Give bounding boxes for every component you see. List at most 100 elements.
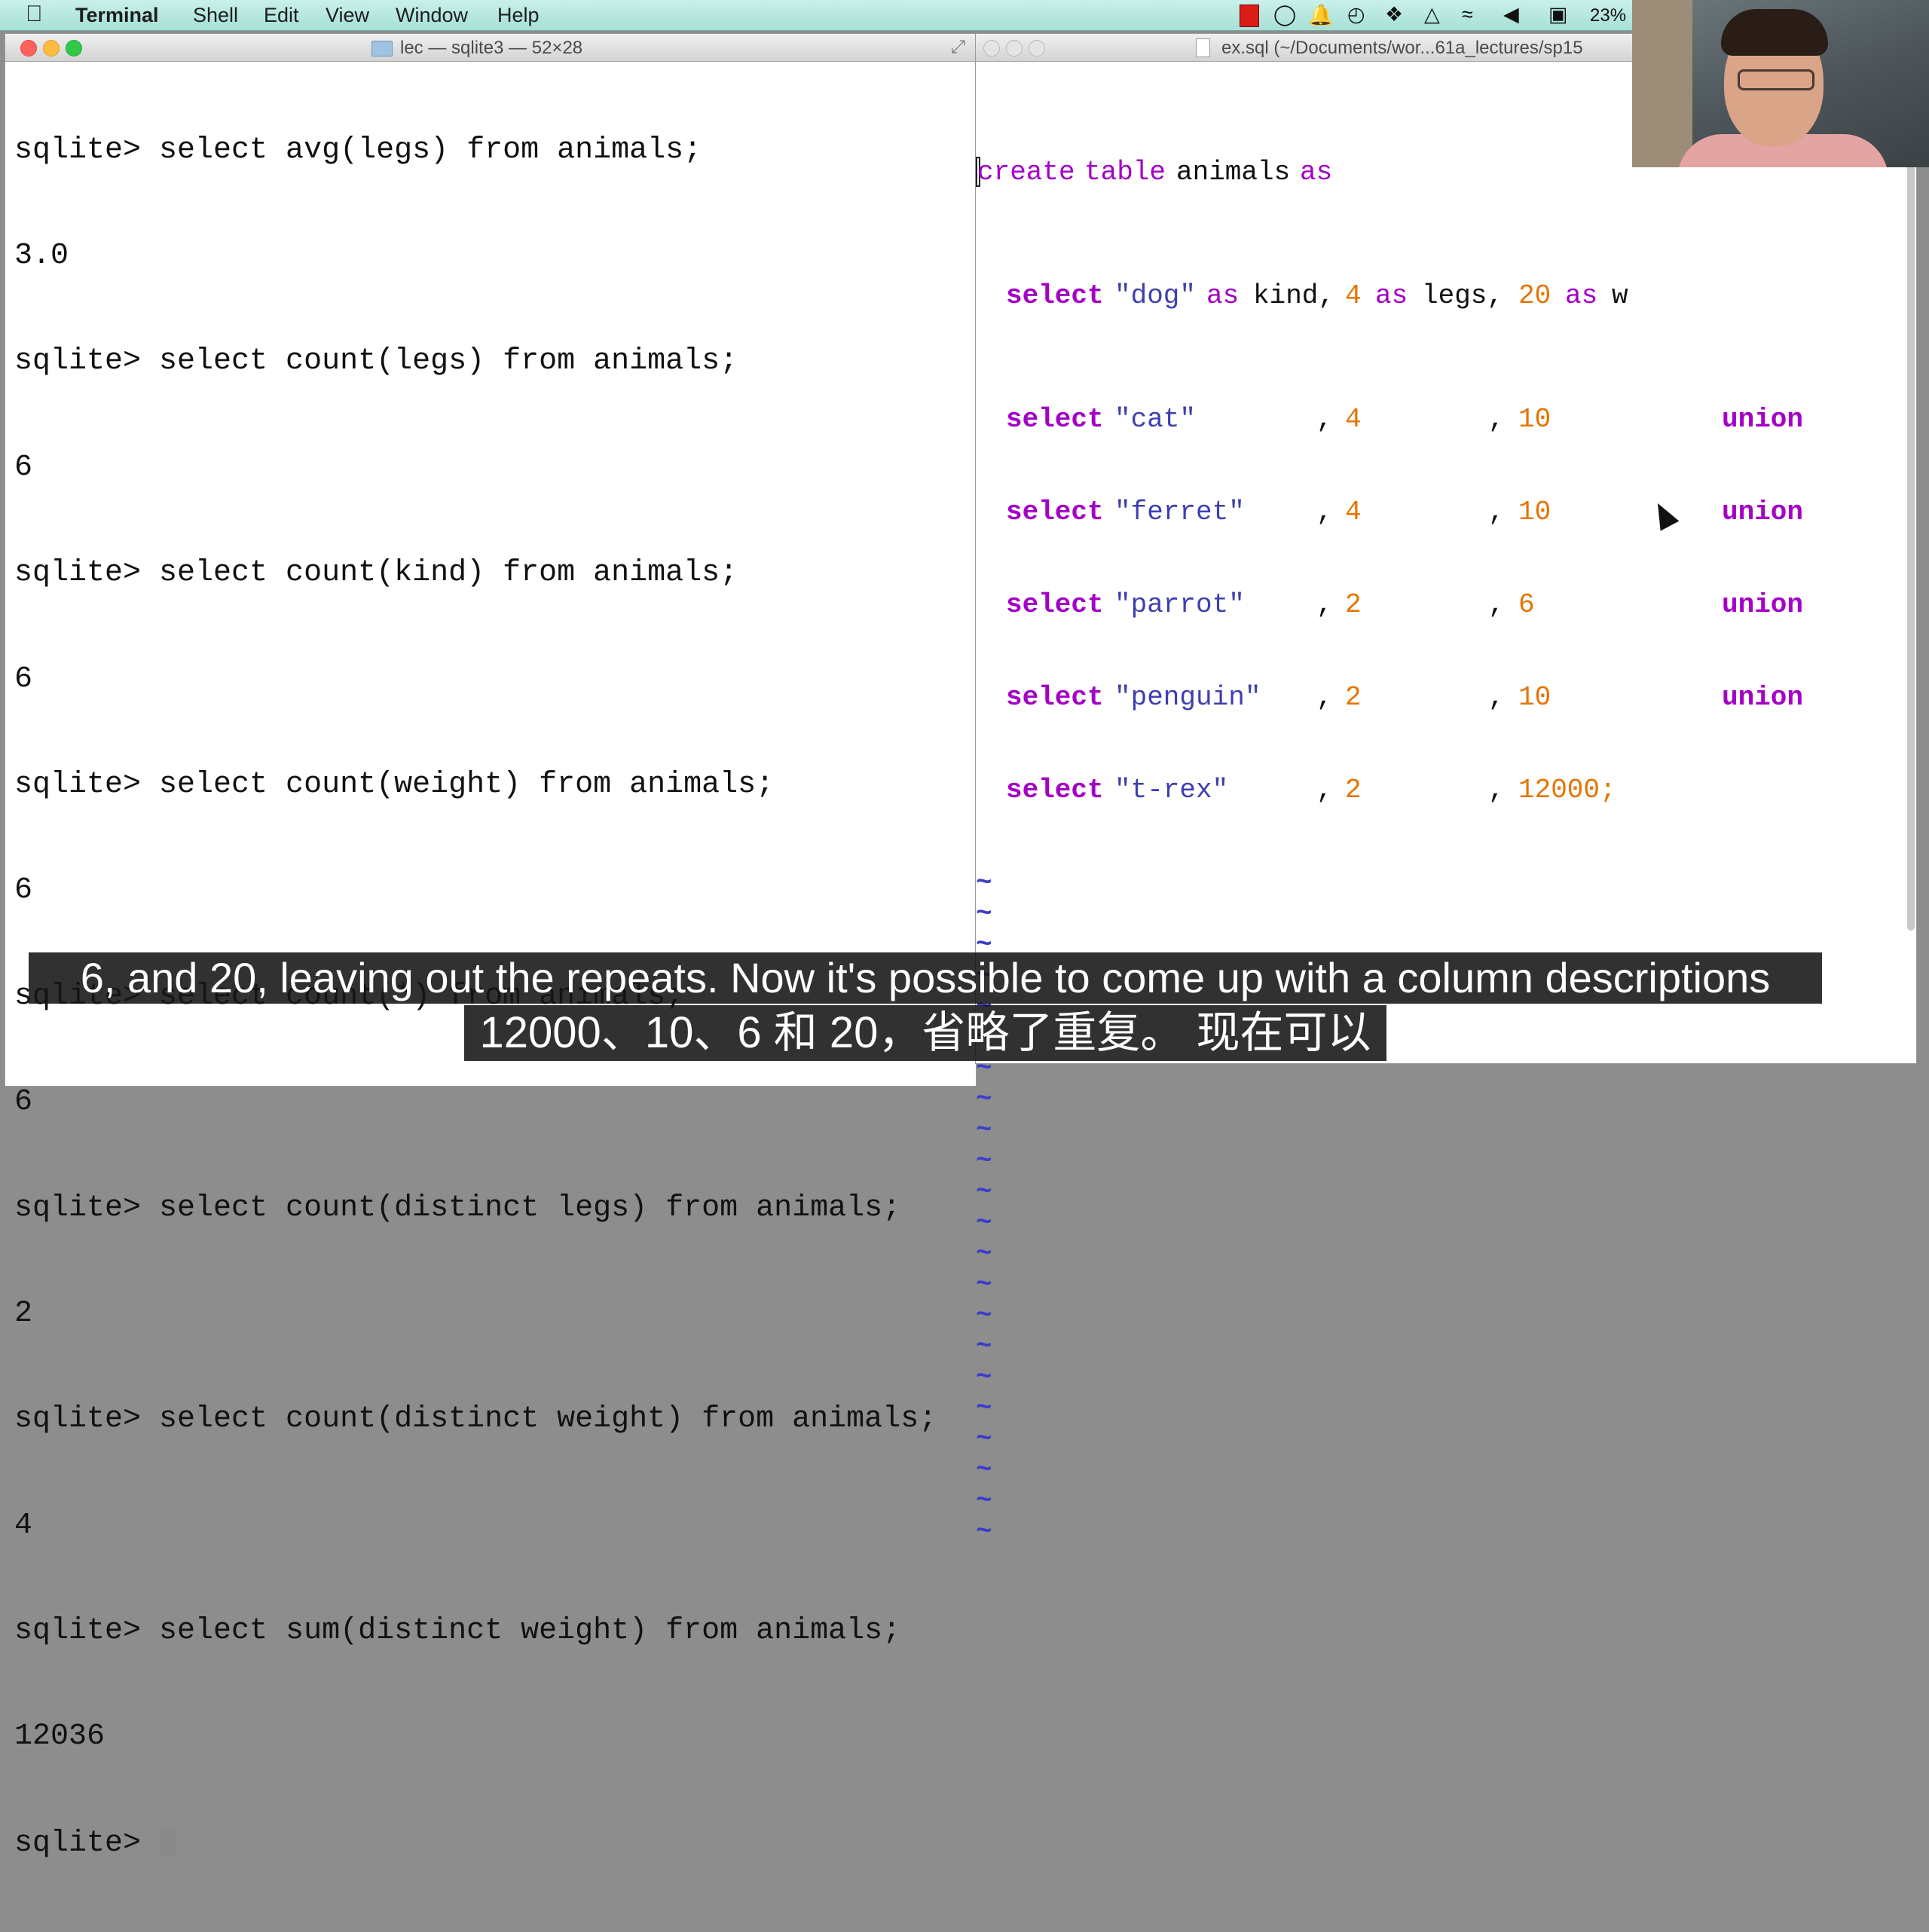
terminal-titlebar[interactable]: lec — sqlite3 — 52×28 ⤢ xyxy=(5,34,976,62)
terminal-title: lec — sqlite3 — 52×28 xyxy=(400,38,583,58)
keyword-select: select xyxy=(1006,497,1104,527)
number-value: 10 xyxy=(1518,497,1551,527)
menu-window[interactable]: Window xyxy=(396,4,468,27)
menu-shell[interactable]: Shell xyxy=(193,4,238,27)
comma: , xyxy=(1316,682,1333,713)
keyword-as: as xyxy=(1206,280,1240,311)
scrollbar[interactable] xyxy=(1907,147,1915,931)
keyword-union: union xyxy=(1722,497,1804,527)
display-icon[interactable]: ▣ xyxy=(1548,3,1568,26)
zoom-button[interactable] xyxy=(1029,40,1045,57)
close-button[interactable] xyxy=(983,40,1000,57)
keyword-create: create xyxy=(977,157,1075,188)
keyword-union: union xyxy=(1722,682,1804,713)
number-value: 10 xyxy=(1518,682,1551,713)
terminal-line: 6 xyxy=(14,873,33,908)
menu-help[interactable]: Help xyxy=(497,4,540,27)
tilde-marker: ~ xyxy=(976,1362,992,1392)
number-value: 6 xyxy=(1518,589,1535,620)
keyword-as: as xyxy=(1375,280,1408,311)
code-line: select "dog" as kind, 4 as legs, 20 as w xyxy=(976,280,1916,311)
code-line: select "ferret" , 4 , 10 union xyxy=(976,497,1916,527)
terminal-window[interactable]: lec — sqlite3 — 52×28 ⤢ sqlite> select a… xyxy=(5,33,977,1860)
volume-icon[interactable]: ◀ xyxy=(1503,3,1519,26)
text-cursor xyxy=(159,1825,178,1856)
keyword-union: union xyxy=(1722,404,1804,435)
terminal-line: 6 xyxy=(14,450,33,485)
recording-icon[interactable] xyxy=(1240,5,1259,27)
string-value: "ferret" xyxy=(1114,497,1245,527)
number-value: 2 xyxy=(1345,589,1362,620)
editor-title: ex.sql (~/Documents/wor...61a_lectures/s… xyxy=(1221,38,1583,58)
tilde-marker: ~ xyxy=(976,1114,992,1145)
mouse-icon[interactable]: ◯ xyxy=(1273,3,1296,26)
number-value: 4 xyxy=(1345,280,1362,311)
editor-buffer[interactable]: create table animals as select "dog" as … xyxy=(976,64,1916,1609)
column-name: w xyxy=(1612,280,1628,311)
code-line: select "penguin" , 2 , 10 union xyxy=(976,682,1916,713)
subtitle-chinese: 12000、10、6 和 20，省略了重复。 现在可以 xyxy=(464,1005,1386,1061)
tilde-marker: ~ xyxy=(976,1207,992,1238)
notification-bell-icon[interactable]: 🔔 xyxy=(1308,3,1334,27)
editor-window[interactable]: ex.sql (~/Documents/wor...61a_lectures/s… xyxy=(975,33,1917,1547)
keyword-select: select xyxy=(1006,404,1104,435)
close-button[interactable] xyxy=(20,40,37,57)
battery-percent[interactable]: 23% xyxy=(1590,5,1626,26)
terminal-line: 3.0 xyxy=(14,238,69,273)
terminal-line: 12036 xyxy=(14,1720,105,1754)
keyword-table: table xyxy=(1084,157,1166,188)
terminal-line: sqlite> select count(weight) from animal… xyxy=(14,767,775,802)
keyword-select: select xyxy=(1006,775,1104,806)
string-value: "parrot" xyxy=(1114,589,1245,620)
menu-app-name[interactable]: Terminal xyxy=(75,4,159,27)
webcam-video xyxy=(1632,0,1929,167)
tilde-marker: ~ xyxy=(976,1392,992,1423)
table-name: animals xyxy=(1176,157,1291,188)
minimize-button[interactable] xyxy=(1006,40,1023,57)
number-value: 12000; xyxy=(1518,775,1616,806)
tilde-marker: ~ xyxy=(976,1084,992,1114)
string-value: "t-rex" xyxy=(1114,775,1229,806)
keyword-select: select xyxy=(1006,589,1104,620)
comma: , xyxy=(1488,404,1505,435)
terminal-line: 4 xyxy=(14,1508,33,1542)
folder-icon xyxy=(371,41,393,57)
keyword-as: as xyxy=(1300,157,1333,188)
number-value: 20 xyxy=(1518,280,1551,311)
drive-icon[interactable]: △ xyxy=(1424,3,1440,26)
minimize-button[interactable] xyxy=(43,40,60,57)
comma: , xyxy=(1488,589,1505,620)
tilde-marker: ~ xyxy=(976,1145,992,1176)
terminal-line: 6 xyxy=(14,1085,33,1120)
string-value: "cat" xyxy=(1114,404,1197,435)
menu-edit[interactable]: Edit xyxy=(264,4,299,27)
clock-icon[interactable]: ◴ xyxy=(1347,3,1365,26)
terminal-line: 2 xyxy=(14,1296,33,1331)
terminal-prompt-line[interactable]: sqlite> xyxy=(14,1825,971,1862)
wifi-icon[interactable]: ≈ xyxy=(1462,3,1473,26)
document-icon xyxy=(1196,38,1210,57)
terminal-line: sqlite> select avg(legs) from animals; xyxy=(14,133,702,167)
terminal-line: sqlite> select count(distinct legs) from… xyxy=(14,1191,901,1225)
terminal-line: sqlite> select sum(distinct weight) from… xyxy=(14,1614,901,1649)
tilde-marker: ~ xyxy=(976,1238,992,1269)
keyword-union: union xyxy=(1722,589,1804,620)
zoom-button[interactable] xyxy=(66,40,82,57)
apple-menu-icon[interactable]:  xyxy=(26,2,43,27)
comma: , xyxy=(1488,682,1505,713)
number-value: 10 xyxy=(1518,404,1551,435)
comma: , xyxy=(1488,775,1505,806)
column-name: legs, xyxy=(1422,280,1504,311)
number-value: 2 xyxy=(1345,775,1362,806)
keyword-select: select xyxy=(1006,682,1104,713)
tilde-marker: ~ xyxy=(976,1423,992,1454)
column-name: kind, xyxy=(1253,280,1335,311)
terminal-line: 6 xyxy=(14,662,33,696)
number-value: 4 xyxy=(1345,404,1362,435)
menu-view[interactable]: View xyxy=(326,4,369,27)
dropbox-icon[interactable]: ❖ xyxy=(1385,3,1403,26)
tilde-marker: ~ xyxy=(976,1454,992,1485)
tilde-marker: ~ xyxy=(976,1516,992,1547)
fullscreen-icon[interactable]: ⤢ xyxy=(951,37,965,58)
terminal-line: sqlite> select count(legs) from animals; xyxy=(14,344,738,379)
